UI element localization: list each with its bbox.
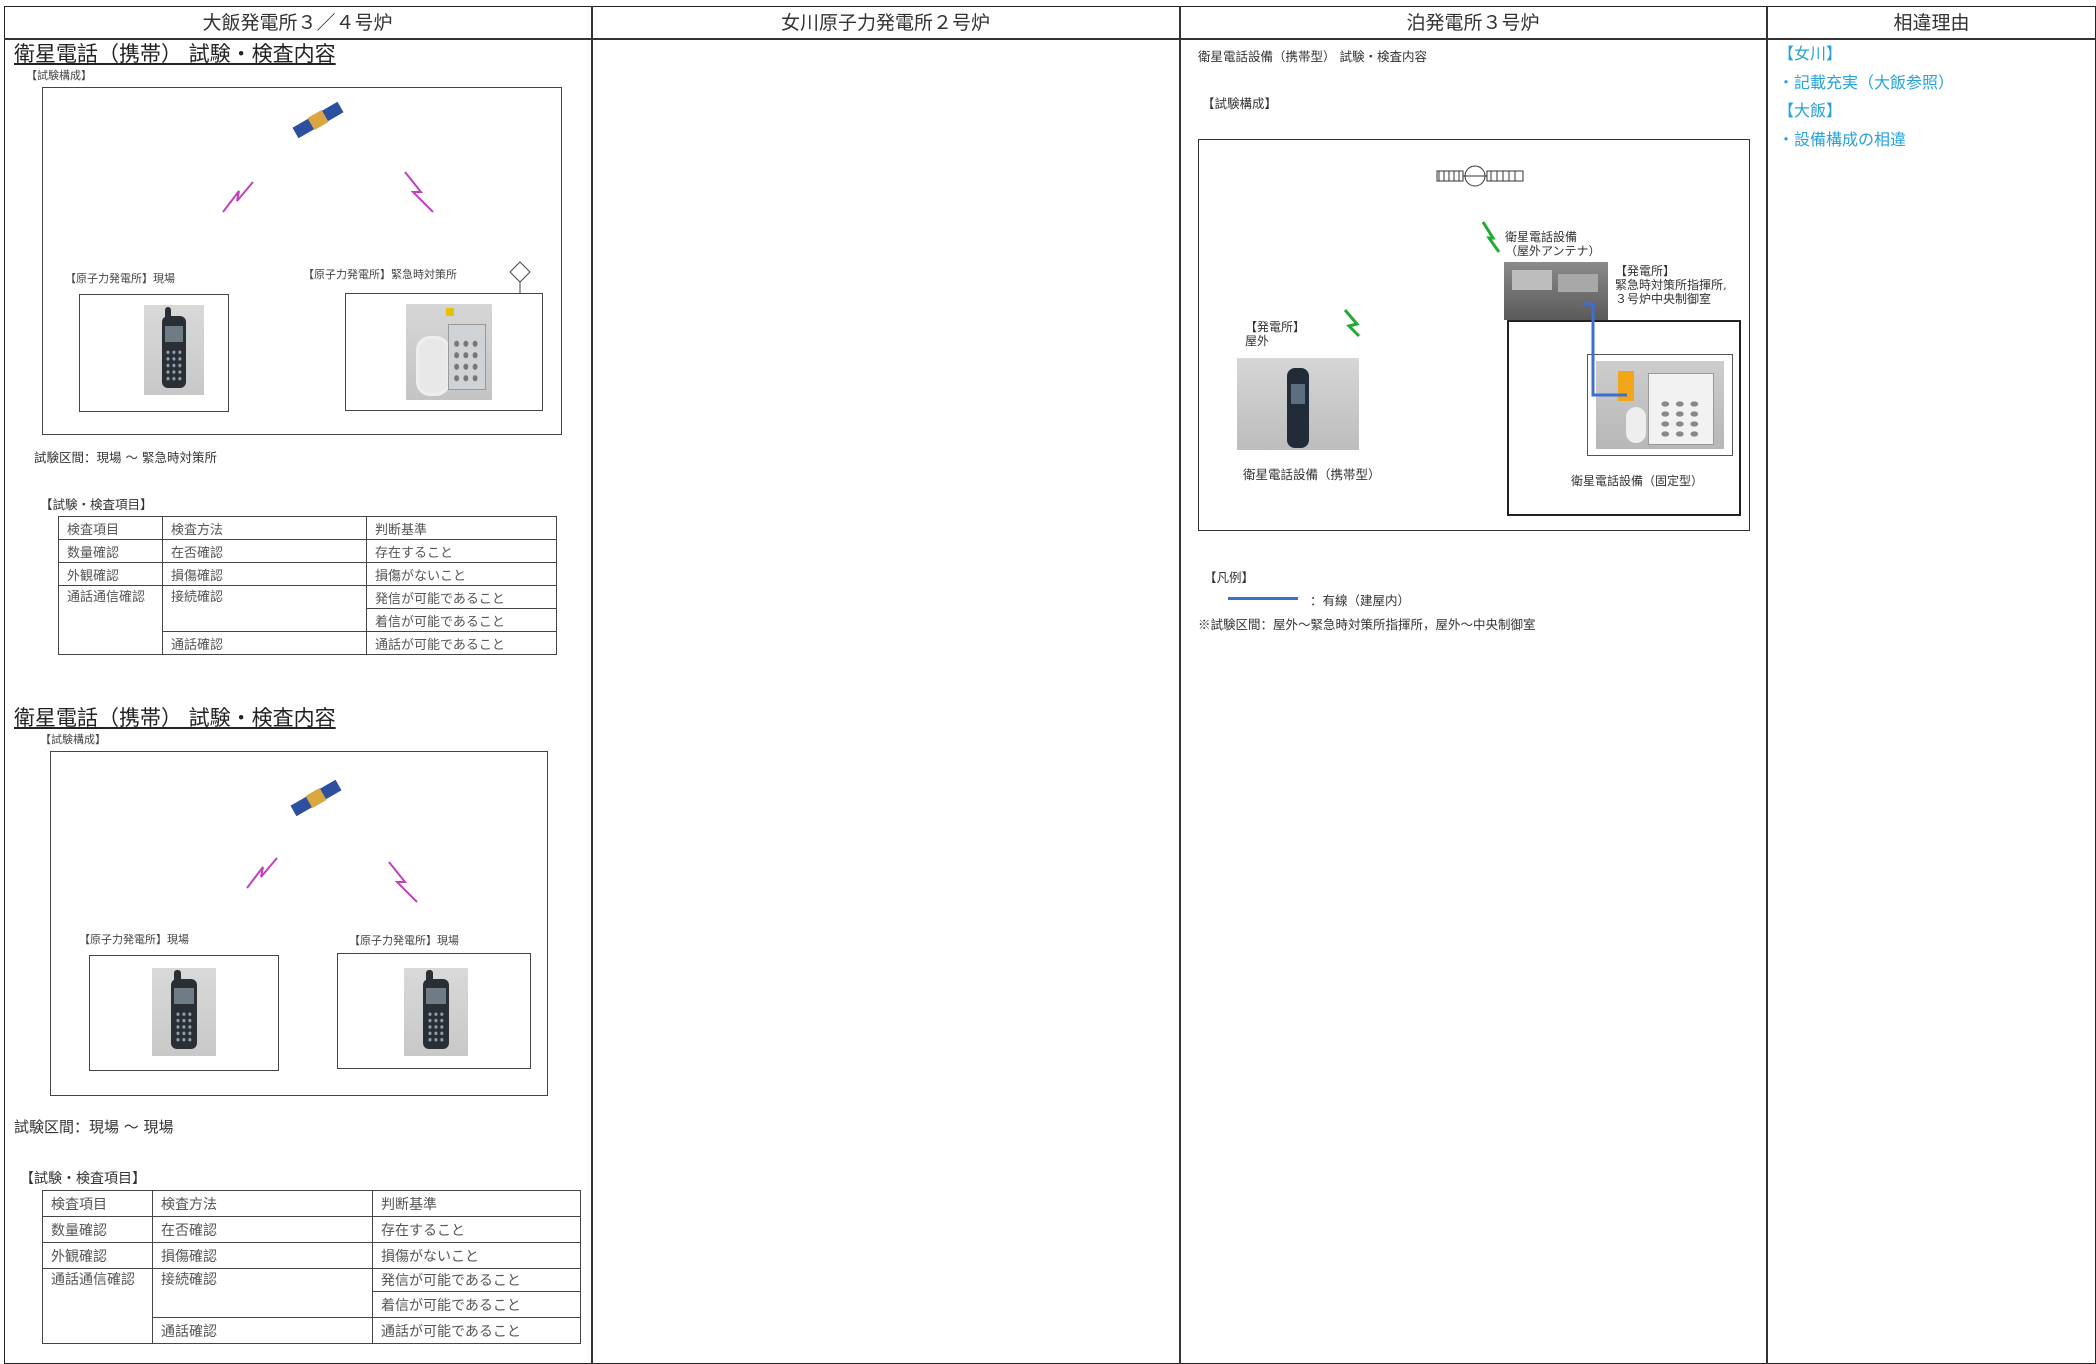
lightning-icon: [246, 857, 278, 889]
test-interval: ※試験区間：屋外〜緊急時対策所指揮所，屋外〜中央制御室: [1198, 617, 1536, 632]
table-cell: 損傷がないこと: [372, 1242, 581, 1269]
lightning-icon: [404, 171, 434, 213]
table-cell: 存在すること: [366, 539, 557, 563]
table-cell: 損傷確認: [162, 562, 367, 586]
header-tomari: 泊発電所３号炉: [1406, 12, 1540, 34]
inspection-table: 検査項目 検査方法 判断基準 数量確認 在否確認 存在すること 外観確認 損傷確認 損傷がな…: [42, 1190, 581, 1344]
table-cell: 通話が可能であること: [372, 1317, 581, 1344]
test-config-diagram: 衛星電話設備 （屋外アンテナ） 【発電所】 緊急時対策所指揮所, ３号炉中央制御室 衛…: [1198, 139, 1750, 531]
table-cell: 外観確認: [42, 1242, 153, 1269]
table-cell: 通話が可能であること: [366, 631, 557, 655]
test-config-diagram: 【原子力発電所】現場 【原子力発電所】緊急時対策所: [42, 87, 562, 435]
satellite-phone-image: [404, 968, 468, 1056]
table-cell: 判断基準: [372, 1190, 581, 1217]
column-divider: [1766, 6, 1768, 1364]
column-divider: [591, 6, 593, 1364]
items-label: 【試験・検査項目】: [20, 1171, 146, 1187]
table-row: 外観確認 損傷確認 損傷がないこと: [42, 1242, 581, 1269]
reason-item: 【女川】: [1778, 44, 1843, 63]
table-cell: 検査方法: [152, 1190, 373, 1217]
table-cell: 接続確認: [152, 1268, 373, 1318]
inspection-table: 検査項目 検査方法 判断基準 数量確認 在否確認 存在すること 外観確認 損傷確認 損傷がな…: [58, 516, 557, 655]
site-frame: [345, 293, 543, 411]
table-cell: 存在すること: [372, 1216, 581, 1243]
header-onagawa: 女川原子力発電所２号炉: [780, 12, 990, 34]
table-cell: 損傷がないこと: [366, 562, 557, 586]
satellite-phone-image: [152, 968, 216, 1056]
reason-item: ・設備構成の相違: [1778, 130, 1907, 149]
column-divider: [1179, 6, 1181, 1364]
config-label: 【試験構成】: [1202, 96, 1278, 111]
header-reason: 相違理由: [1893, 12, 1970, 34]
table-cell: 検査方法: [162, 516, 367, 540]
table-cell: 通話通信確認: [42, 1268, 153, 1344]
table-cell: 損傷確認: [152, 1242, 373, 1269]
portable-phone-image: [1237, 358, 1359, 450]
table-row: 検査項目 検査方法 判断基準: [58, 516, 557, 540]
table-cell: 検査項目: [42, 1190, 153, 1217]
lightning-icon: [388, 861, 418, 903]
test-config-diagram: 【原子力発電所】現場 【原子力発電所】現場: [50, 751, 548, 1096]
site-frame: [79, 294, 229, 412]
table-row: 数量確認 在否確認 存在すること: [58, 539, 557, 563]
table-cell: 検査項目: [58, 516, 163, 540]
table-cell: 接続確認: [162, 585, 367, 632]
items-label: 【試験・検査項目】: [40, 497, 153, 512]
outdoor-label: 【発電所】 屋外: [1245, 320, 1306, 348]
site-frame: [89, 955, 279, 1071]
table-cell: 数量確認: [58, 539, 163, 563]
lightning-icon: [222, 181, 254, 213]
satellite-icon: [290, 779, 342, 817]
table-cell: 判断基準: [366, 516, 557, 540]
satellite-icon: [292, 101, 344, 139]
test-interval: 試験区間：現場 〜 緊急時対策所: [34, 450, 217, 465]
table-cell: 通話確認: [152, 1317, 373, 1344]
reason-item: 【大飯】: [1778, 101, 1843, 120]
reason-item: ・記載充実（大飯参照）: [1778, 73, 1955, 92]
site-label: 【原子力発電所】現場: [65, 272, 175, 285]
legend-label: 【凡例】: [1204, 570, 1255, 585]
table-cell: 発信が可能であること: [372, 1268, 581, 1292]
site-label: 【原子力発電所】緊急時対策所: [303, 268, 457, 281]
table-cell: 通話確認: [162, 631, 367, 655]
table-row: 検査項目 検査方法 判断基準: [42, 1190, 581, 1217]
portable-caption: 衛星電話設備（携帯型）: [1243, 467, 1381, 482]
table-cell: 着信が可能であること: [366, 608, 557, 632]
site-frame: [337, 953, 531, 1069]
table-cell: 数量確認: [42, 1216, 153, 1243]
config-label: 【試験構成】: [26, 69, 92, 82]
table-cell: 在否確認: [162, 539, 367, 563]
site-label: 【原子力発電所】現場: [349, 934, 459, 947]
table-row: 通話通信確認 接続確認 発信が可能であること: [42, 1268, 581, 1344]
table-row: 数量確認 在否確認 存在すること: [42, 1216, 581, 1243]
table-cell: 発信が可能であること: [366, 585, 557, 609]
table-row: 外観確認 損傷確認 損傷がないこと: [58, 562, 557, 586]
table-cell: 着信が可能であること: [372, 1291, 581, 1318]
site-label: 【原子力発電所】現場: [79, 933, 189, 946]
table-cell: 通話通信確認: [58, 585, 163, 655]
legend-wire-swatch: [1228, 597, 1298, 600]
test-interval: 試験区間：現場 〜 現場: [14, 1118, 174, 1136]
section-title: 衛星電話（携帯） 試験・検査内容: [14, 706, 336, 730]
table-row: 通話通信確認 接続確認 発信が可能であること: [58, 585, 557, 655]
satellite-phone-image: [144, 305, 204, 395]
legend-text: ：有線（建屋内）: [1310, 593, 1411, 608]
table-cell: 外観確認: [58, 562, 163, 586]
section-title: 衛星電話設備（携帯型） 試験・検査内容: [1198, 49, 1427, 64]
config-label: 【試験構成】: [40, 733, 106, 746]
section-title: 衛星電話（携帯） 試験・検査内容: [14, 42, 336, 66]
header-ohi: 大飯発電所３／４号炉: [202, 12, 393, 34]
fixed-phone-image: [406, 304, 492, 400]
table-cell: 在否確認: [152, 1216, 373, 1243]
